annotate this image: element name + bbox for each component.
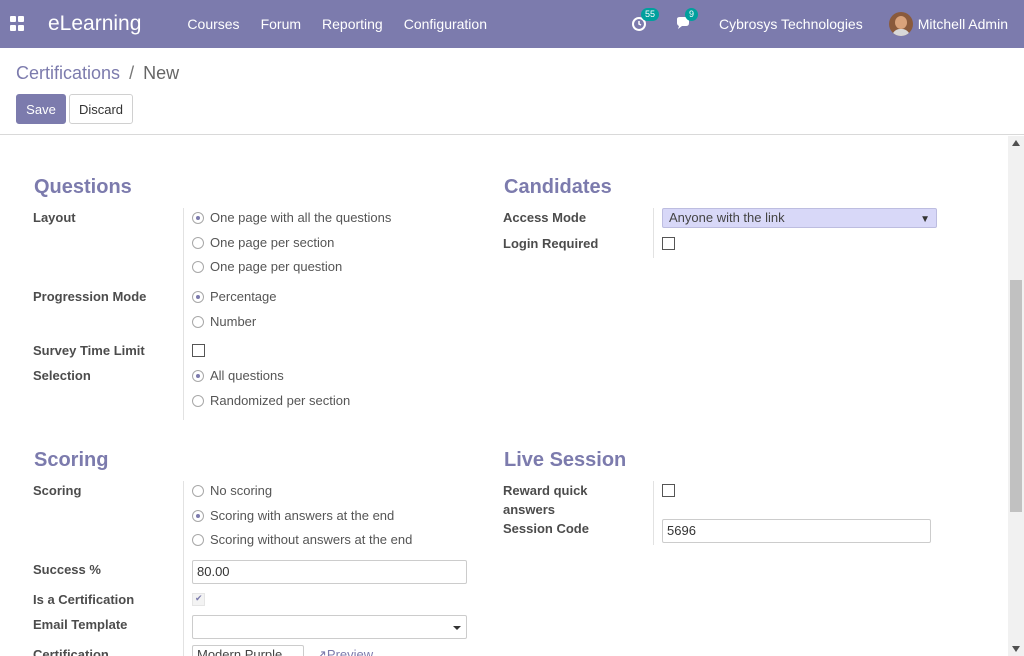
radio-label: Scoring without answers at the end bbox=[210, 532, 413, 547]
access-mode-select[interactable]: Anyone with the link ▼ bbox=[662, 208, 937, 228]
scoring-option-none[interactable]: No scoring bbox=[192, 483, 272, 498]
success-percent-label: Success % bbox=[33, 562, 101, 577]
message-count-badge: 9 bbox=[685, 8, 699, 21]
form-sheet: Questions Layout One page with all the q… bbox=[0, 136, 1008, 656]
avatar bbox=[888, 12, 913, 36]
certification-template-label: Certification bbox=[33, 647, 109, 656]
control-panel: Certifications / New Save Discard bbox=[0, 48, 1024, 135]
email-template-input[interactable] bbox=[192, 615, 467, 639]
user-name: Mitchell Admin bbox=[917, 16, 1008, 32]
progression-option-number[interactable]: Number bbox=[192, 314, 256, 329]
radio-icon bbox=[192, 509, 204, 522]
radio-icon bbox=[192, 260, 204, 273]
radio-icon bbox=[192, 394, 204, 407]
progression-mode-label: Progression Mode bbox=[33, 289, 147, 304]
scrollbar-thumb[interactable] bbox=[1010, 280, 1022, 512]
selection-label: Selection bbox=[33, 368, 91, 383]
access-mode-label: Access Mode bbox=[503, 210, 587, 225]
login-required-label: Login Required bbox=[503, 236, 599, 251]
radio-label: Randomized per section bbox=[210, 393, 351, 408]
questions-divider bbox=[183, 208, 184, 420]
radio-icon bbox=[192, 236, 204, 249]
scoring-label: Scoring bbox=[33, 483, 82, 498]
candidates-section-title: Candidates bbox=[504, 176, 612, 198]
layout-label: Layout bbox=[33, 210, 76, 225]
radio-label: No scoring bbox=[210, 483, 273, 498]
apps-menu-icon[interactable] bbox=[10, 16, 26, 32]
scoring-option-with-answers[interactable]: Scoring with answers at the end bbox=[192, 508, 394, 523]
radio-label: One page per section bbox=[210, 235, 335, 250]
dropdown-caret-icon bbox=[453, 626, 461, 630]
scoring-divider bbox=[183, 481, 184, 656]
reward-quick-answers-label: Reward quick answers bbox=[503, 481, 588, 519]
breadcrumb-current: New bbox=[143, 63, 180, 83]
certification-template-value: Modern Purple bbox=[197, 647, 283, 656]
radio-icon bbox=[192, 290, 204, 303]
progression-option-percentage[interactable]: Percentage bbox=[192, 289, 277, 304]
breadcrumb-certifications[interactable]: Certifications bbox=[16, 63, 120, 83]
breadcrumb: Certifications / New bbox=[16, 63, 179, 84]
scoring-section-title: Scoring bbox=[34, 449, 109, 471]
session-code-label: Session Code bbox=[503, 521, 589, 536]
main-menu: Courses Forum Reporting Configuration bbox=[187, 16, 508, 32]
radio-label: Percentage bbox=[210, 289, 277, 304]
chevron-down-icon: ▼ bbox=[920, 214, 930, 225]
vertical-scrollbar[interactable] bbox=[1008, 136, 1024, 656]
systray: 55 9 Cybrosys Technologies Mitchell Admi… bbox=[631, 8, 1024, 36]
scroll-up-icon[interactable] bbox=[1012, 140, 1020, 146]
is-certification-checkbox[interactable] bbox=[192, 593, 205, 606]
session-code-input[interactable]: 5696 bbox=[662, 519, 931, 543]
reward-label-line2: answers bbox=[503, 502, 556, 517]
radio-icon bbox=[192, 211, 204, 224]
success-percent-input[interactable]: 80.00 bbox=[192, 560, 467, 584]
login-required-checkbox[interactable] bbox=[662, 237, 675, 250]
radio-label: All questions bbox=[210, 368, 284, 383]
discard-button[interactable]: Discard bbox=[69, 94, 133, 124]
reward-label-line1: Reward quick bbox=[503, 483, 588, 498]
radio-label: One page per question bbox=[210, 259, 343, 274]
menu-forum[interactable]: Forum bbox=[261, 16, 301, 32]
preview-link[interactable]: ↗Preview bbox=[316, 647, 373, 656]
layout-option-section[interactable]: One page per section bbox=[192, 235, 334, 250]
reward-quick-answers-checkbox[interactable] bbox=[662, 484, 675, 497]
is-certification-label: Is a Certification bbox=[33, 592, 135, 607]
certification-template-select[interactable]: Modern Purple bbox=[192, 645, 304, 656]
external-link-icon: ↗ bbox=[316, 647, 327, 656]
scroll-down-icon[interactable] bbox=[1012, 646, 1020, 652]
radio-label: Scoring with answers at the end bbox=[210, 508, 395, 523]
top-navbar: eLearning Courses Forum Reporting Config… bbox=[0, 0, 1024, 48]
company-switcher[interactable]: Cybrosys Technologies bbox=[719, 16, 863, 32]
menu-reporting[interactable]: Reporting bbox=[322, 16, 383, 32]
questions-section-title: Questions bbox=[34, 176, 132, 198]
scoring-option-without-answers[interactable]: Scoring without answers at the end bbox=[192, 532, 412, 547]
activity-count-badge: 55 bbox=[641, 8, 660, 21]
app-brand[interactable]: eLearning bbox=[48, 12, 141, 36]
radio-label: One page with all the questions bbox=[210, 210, 392, 225]
activity-systray[interactable]: 55 bbox=[631, 8, 660, 34]
breadcrumb-separator: / bbox=[129, 63, 135, 83]
radio-icon bbox=[192, 369, 204, 382]
live-session-section-title: Live Session bbox=[504, 449, 627, 471]
save-button[interactable]: Save bbox=[16, 94, 66, 124]
radio-icon bbox=[192, 533, 204, 546]
menu-configuration[interactable]: Configuration bbox=[404, 16, 487, 32]
layout-option-all[interactable]: One page with all the questions bbox=[192, 210, 391, 225]
access-mode-value: Anyone with the link bbox=[669, 210, 785, 225]
user-menu[interactable]: Mitchell Admin bbox=[888, 12, 1008, 36]
preview-label: Preview bbox=[326, 647, 374, 656]
email-template-label: Email Template bbox=[33, 617, 128, 632]
radio-label: Number bbox=[210, 314, 257, 329]
radio-icon bbox=[192, 484, 204, 497]
survey-time-limit-checkbox[interactable] bbox=[192, 344, 205, 357]
live-session-divider bbox=[653, 481, 654, 545]
menu-courses[interactable]: Courses bbox=[187, 16, 239, 32]
layout-option-question[interactable]: One page per question bbox=[192, 259, 342, 274]
selection-option-all[interactable]: All questions bbox=[192, 368, 284, 383]
messaging-systray[interactable]: 9 bbox=[675, 8, 699, 34]
radio-icon bbox=[192, 315, 204, 328]
survey-time-limit-label: Survey Time Limit bbox=[33, 343, 145, 358]
candidates-divider bbox=[653, 208, 654, 258]
selection-option-randomized[interactable]: Randomized per section bbox=[192, 393, 350, 408]
